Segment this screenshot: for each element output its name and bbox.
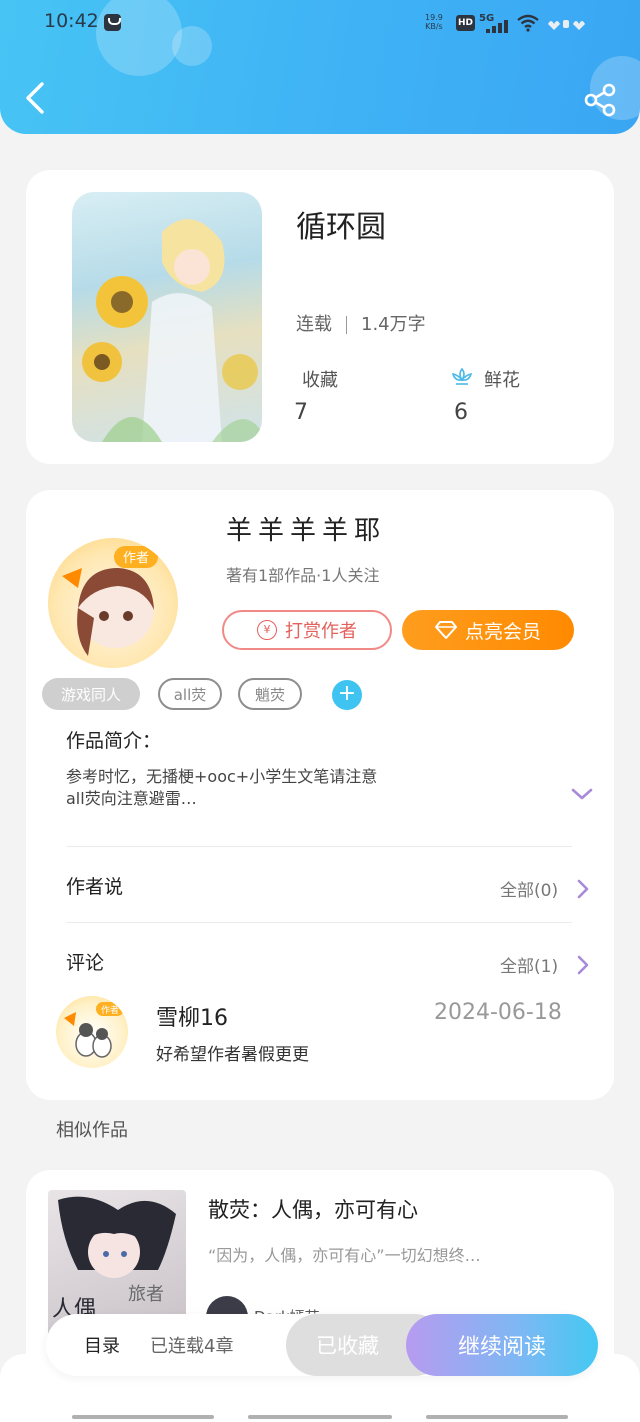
vip-label: 点亮会员 — [464, 620, 541, 643]
tag-item[interactable]: 游戏同人 — [42, 678, 140, 710]
home-indicator — [72, 1415, 214, 1419]
wifi-icon — [517, 14, 539, 32]
cover-illustration — [82, 219, 262, 442]
diamond-icon — [434, 621, 457, 639]
network-speed: 19.9 KB/s — [425, 13, 443, 31]
status-icons — [548, 20, 585, 30]
divider — [66, 846, 572, 847]
similar-work-title: 散荧：人偶，亦可有心 — [208, 1198, 418, 1222]
comments-label: 评论 — [66, 952, 105, 974]
author-avatar-image: 作者 — [62, 546, 158, 656]
intro-text: 参考时忆，无播梗+ooc+小学生文笔请注意 all荧向注意避雷… — [66, 766, 486, 810]
home-indicator — [248, 1415, 392, 1419]
book-word-count: 1.4万字 — [361, 314, 426, 335]
commenter-avatar[interactable]: 作者 — [56, 996, 128, 1068]
add-tag-button[interactable]: + — [332, 680, 362, 710]
favorites-count: 7 — [294, 400, 308, 425]
tag-item[interactable]: all荧 — [158, 678, 222, 710]
speed-unit: KB/s — [425, 22, 443, 31]
author-says-label: 作者说 — [66, 876, 124, 898]
book-meta: 连载 1.4万字 — [296, 310, 426, 336]
speed-value: 19.9 — [425, 13, 443, 22]
intro-label: 作品简介： — [66, 730, 162, 752]
book-detail-card: 作者 羊羊羊羊耶 著有1部作品·1人关注 ¥ 打赏作者 点亮会员 游戏同人 al… — [26, 490, 614, 1100]
commenter-avatar-image: 作者 — [64, 1002, 124, 1058]
similar-works-label: 相似作品 — [56, 1120, 128, 1141]
tag-item[interactable]: 魈荧 — [238, 678, 302, 710]
bottom-action-bar: 目录 已连载4章 已收藏 继续阅读 — [46, 1314, 598, 1376]
cover-text: 旅者 — [128, 1284, 164, 1305]
flowers-label: 鲜花 — [484, 370, 520, 391]
intro-line: all荧向注意避雷… — [66, 789, 197, 808]
intro-line: 参考时忆，无播梗+ooc+小学生文笔请注意 — [66, 767, 378, 786]
tip-author-label: 打赏作者 — [285, 621, 357, 642]
toc-button[interactable]: 目录 — [84, 1332, 120, 1358]
chevron-right-icon[interactable] — [576, 878, 590, 900]
author-name[interactable]: 羊羊羊羊耶 — [226, 510, 386, 547]
tip-author-button[interactable]: ¥ 打赏作者 — [222, 610, 392, 650]
share-button[interactable] — [582, 82, 618, 118]
back-button[interactable] — [20, 80, 50, 116]
chevron-right-icon[interactable] — [576, 954, 590, 976]
notification-icon — [104, 14, 121, 31]
book-status: 连载 — [296, 314, 332, 335]
flowers-count: 6 — [454, 400, 468, 425]
vip-button[interactable]: 点亮会员 — [402, 610, 574, 650]
top-header: 10:42 19.9 KB/s HD 5G — [0, 0, 640, 134]
similar-work-desc: “因为，人偶，亦可有心”一切幻想终… — [208, 1246, 481, 1265]
comment-date: 2024-06-18 — [434, 1000, 562, 1025]
favorites-label: 收藏 — [302, 370, 338, 391]
collected-label: 已收藏 — [316, 1334, 379, 1358]
home-indicator — [426, 1415, 568, 1419]
commenter-badge: 作者 — [101, 1004, 119, 1016]
continue-reading-label: 继续阅读 — [457, 1335, 546, 1360]
divider — [66, 922, 572, 923]
flower-icon — [451, 367, 473, 385]
commenter-name[interactable]: 雪柳16 — [156, 1000, 228, 1032]
status-bar: 10:42 19.9 KB/s HD 5G — [0, 0, 640, 46]
coin-icon: ¥ — [257, 620, 277, 640]
book-info-card: 循环圆 连载 1.4万字 收藏 7 鲜花 6 — [26, 170, 614, 464]
hd-icon: HD — [456, 15, 475, 31]
toc-status[interactable]: 已连载4章 — [150, 1332, 233, 1358]
status-time: 10:42 — [44, 10, 99, 32]
comments-all-link[interactable]: 全部(1) — [500, 952, 558, 977]
author-avatar[interactable]: 作者 — [48, 538, 178, 668]
chevron-down-icon[interactable] — [570, 786, 594, 802]
comment-text: 好希望作者暑假更更 — [156, 1045, 309, 1065]
author-meta: 著有1部作品·1人关注 — [226, 566, 380, 585]
author-says-all-link[interactable]: 全部(0) — [500, 876, 558, 901]
author-badge: 作者 — [123, 551, 149, 566]
book-title: 循环圆 — [296, 210, 386, 245]
signal-icon — [486, 19, 510, 33]
book-cover[interactable] — [72, 192, 262, 442]
continue-reading-button[interactable]: 继续阅读 — [406, 1314, 598, 1376]
